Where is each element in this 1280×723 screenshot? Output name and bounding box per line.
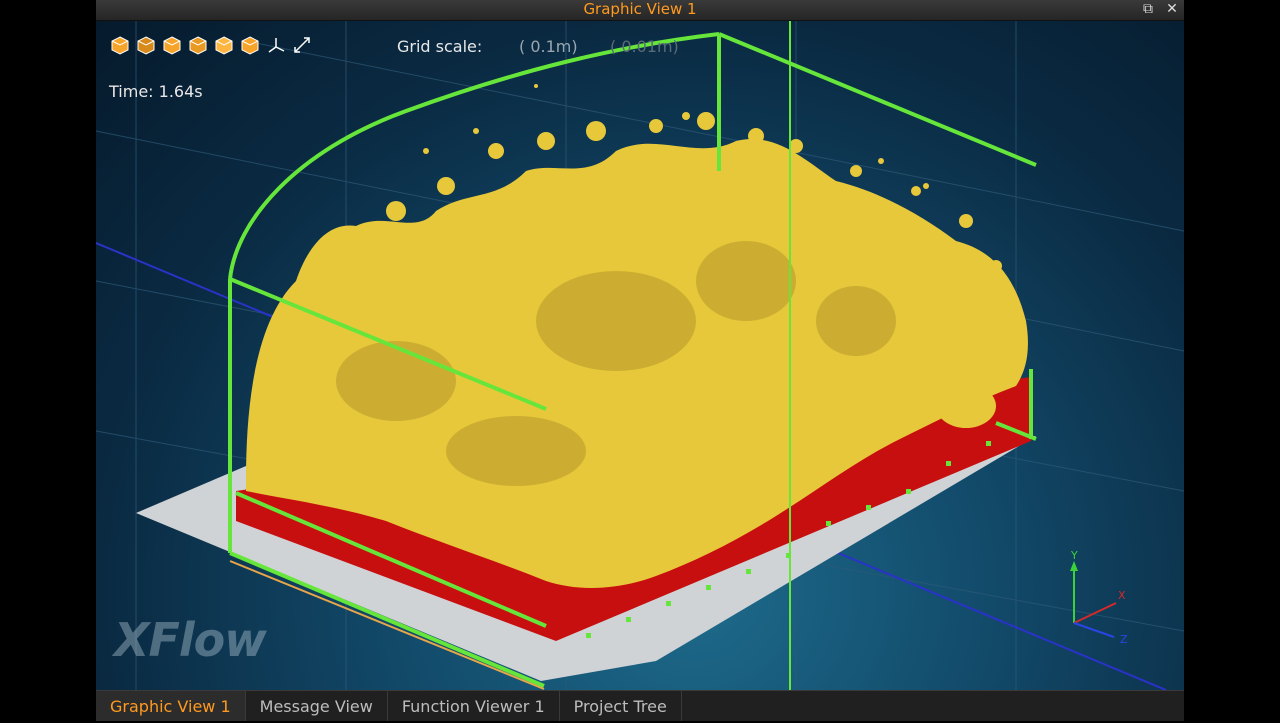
view-bottom-icon[interactable]	[239, 34, 261, 56]
axes-icon[interactable]	[265, 34, 287, 56]
orientation-triad: Y X Z	[1070, 549, 1128, 646]
view-tab-bar: Graphic View 1 Message View Function Vie…	[96, 690, 1184, 721]
graphic-viewport[interactable]: Y X Z Time: 1.64s Grid scale: (0.1m) (…	[96, 21, 1184, 690]
view-front-icon[interactable]	[109, 34, 131, 56]
grid-scale-label: Grid scale:	[397, 37, 483, 56]
view-back-icon[interactable]	[135, 34, 157, 56]
axis-label-y: Y	[1070, 549, 1078, 562]
restore-icon[interactable]: ⧉	[1140, 1, 1156, 17]
tab-function-viewer[interactable]: Function Viewer 1	[388, 691, 560, 721]
tab-message-view[interactable]: Message View	[246, 691, 388, 721]
xflow-window: Graphic View 1 ⧉ ✕ Y X Z Time: 1.64s Gri…	[96, 0, 1184, 721]
tab-graphic-view[interactable]: Graphic View 1	[96, 691, 246, 721]
simulation-time: Time: 1.64s	[109, 82, 203, 101]
close-icon[interactable]: ✕	[1164, 1, 1180, 17]
simulation-scene: Y X Z	[96, 21, 1184, 690]
grid-scale-primary: ( 0.1m)	[519, 37, 578, 56]
title-bar: Graphic View 1 ⧉ ✕	[96, 0, 1184, 21]
tab-project-tree[interactable]: Project Tree	[560, 691, 682, 721]
grid-scale-secondary: ( 0.01m)	[610, 37, 679, 56]
window-title: Graphic View 1	[583, 0, 697, 18]
axis-label-x: X	[1118, 589, 1126, 602]
fit-view-icon[interactable]	[291, 34, 313, 56]
view-top-icon[interactable]	[213, 34, 235, 56]
axis-label-z: Z	[1120, 633, 1128, 646]
xflow-logo: XFlow	[114, 613, 267, 667]
view-toolbar	[109, 34, 313, 56]
view-left-icon[interactable]	[161, 34, 183, 56]
view-right-icon[interactable]	[187, 34, 209, 56]
